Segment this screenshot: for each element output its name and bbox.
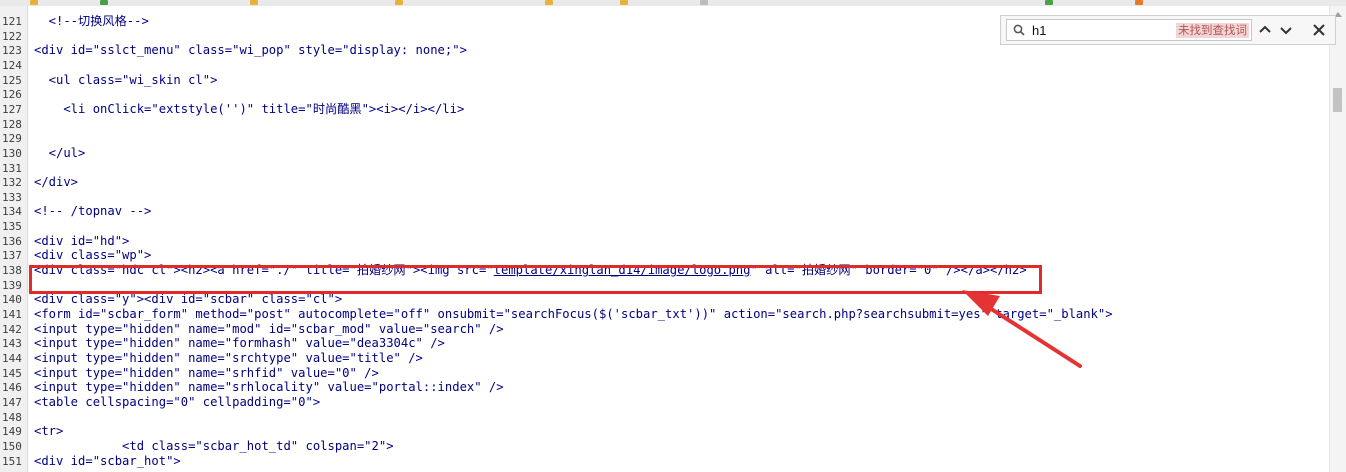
- line-number: 130: [2, 146, 22, 160]
- bookmark-icon[interactable]: [100, 0, 108, 5]
- find-query-text[interactable]: h1: [1032, 23, 1046, 38]
- code-line[interactable]: 128: [0, 117, 1330, 132]
- not-found-status: 未找到查找词: [1176, 23, 1249, 38]
- chevron-up-icon[interactable]: [1256, 20, 1274, 40]
- code-line[interactable]: 133: [0, 190, 1330, 205]
- code-line[interactable]: 127 <li onClick="extstyle('')" title="时尚…: [0, 102, 1330, 117]
- code-line[interactable]: 132 </div>: [0, 175, 1330, 190]
- line-number: 129: [2, 132, 22, 146]
- line-number: 141: [2, 308, 22, 321]
- line-number: 142: [2, 322, 22, 336]
- code-line[interactable]: 146 <input type="hidden" name="srhlocalit…: [0, 380, 1330, 395]
- code-text[interactable]: <!-- /topnav -->: [34, 204, 151, 219]
- line-number: 147: [2, 395, 22, 409]
- line-number: 133: [2, 190, 22, 204]
- code-text[interactable]: <input type="hidden" name="srhlocality" …: [34, 380, 504, 395]
- code-line[interactable]: 151 <div id="scbar_hot">: [0, 454, 1330, 469]
- code-text[interactable]: <td class="scbar_hot_td" colspan="2">: [34, 439, 394, 454]
- bookmark-icon[interactable]: [250, 0, 258, 5]
- line-number: 135: [2, 220, 22, 234]
- code-line[interactable]: 145 <input type="hidden" name="srhfid" va…: [0, 366, 1330, 381]
- bookmark-icon[interactable]: [395, 0, 403, 5]
- code-text[interactable]: <div id="scbar_hot">: [34, 454, 181, 469]
- code-line[interactable]: 141 <form id="scbar_form" method="post" a…: [0, 307, 1330, 322]
- code-text[interactable]: <div class="y"><div id="scbar" class="cl…: [34, 292, 342, 307]
- line-number: 123: [2, 44, 22, 58]
- code-line[interactable]: 147 <table cellspacing="0" cellpadding="0…: [0, 395, 1330, 410]
- code-text[interactable]: <input type="hidden" name="srchtype" val…: [34, 351, 423, 366]
- code-text[interactable]: </div>: [34, 175, 78, 190]
- bookmark-icon[interactable]: [30, 0, 38, 5]
- line-number: 132: [2, 176, 22, 190]
- code-line[interactable]: 144 <input type="hidden" name="srchtype" …: [0, 351, 1330, 366]
- line-number: 137: [2, 249, 22, 263]
- line-number: 144: [2, 351, 22, 365]
- code-line[interactable]: 136 <div id="hd">: [0, 234, 1330, 249]
- code-line[interactable]: 125 <ul class="wi_skin cl">: [0, 73, 1330, 88]
- code-text[interactable]: <table cellspacing="0" cellpadding="0">: [34, 395, 320, 410]
- line-number: 140: [2, 293, 22, 307]
- code-line[interactable]: 126: [0, 87, 1330, 102]
- code-text[interactable]: <div id="hd">: [34, 234, 129, 249]
- code-line[interactable]: 124: [0, 58, 1330, 73]
- code-text[interactable]: <input type="hidden" name="formhash" val…: [34, 336, 445, 351]
- code-text[interactable]: <input type="hidden" name="mod" id="scba…: [34, 322, 504, 337]
- close-icon[interactable]: [1310, 21, 1328, 39]
- line-number: 150: [2, 439, 22, 453]
- code-line[interactable]: 131: [0, 161, 1330, 176]
- code-text[interactable]: <div id="sslct_menu" class="wi_pop" styl…: [34, 43, 467, 58]
- line-number: 136: [2, 234, 22, 248]
- code-line[interactable]: 140 <div class="y"><div id="scbar" class=…: [0, 292, 1330, 307]
- bookmark-icon[interactable]: [1135, 0, 1143, 5]
- line-number: 145: [2, 366, 22, 380]
- code-line[interactable]: 150 <td class="scbar_hot_td" colspan="2"…: [0, 439, 1330, 454]
- line-number: 139: [2, 278, 22, 292]
- code-text[interactable]: <div class="wp">: [34, 248, 151, 263]
- line-number: 148: [2, 410, 22, 424]
- code-line[interactable]: 135: [0, 219, 1330, 234]
- line-number: 151: [2, 454, 22, 468]
- code-line[interactable]: 142 <input type="hidden" name="mod" id="s…: [0, 322, 1330, 337]
- line-number: 149: [2, 425, 22, 439]
- vertical-scrollbar[interactable]: [1329, 6, 1346, 472]
- line-number: 143: [2, 337, 22, 351]
- chevron-down-icon[interactable]: [1277, 20, 1295, 40]
- line-number: 122: [2, 29, 22, 43]
- line-number: 146: [2, 381, 22, 395]
- code-line[interactable]: 130 </ul>: [0, 146, 1330, 161]
- code-line[interactable]: 143 <input type="hidden" name="formhash" …: [0, 336, 1330, 351]
- code-line[interactable]: 134 <!-- /topnav -->: [0, 204, 1330, 219]
- line-number: 128: [2, 117, 22, 131]
- find-input[interactable]: h1 未找到查找词: [1006, 19, 1252, 41]
- bookmark-icon[interactable]: [620, 0, 628, 5]
- code-text[interactable]: <input type="hidden" name="srhfid" value…: [34, 366, 379, 381]
- code-text[interactable]: <li onClick="extstyle('')" title="时尚酷黑">…: [34, 102, 464, 117]
- find-bar: h1 未找到查找词: [1000, 15, 1336, 45]
- code-text[interactable]: </ul>: [34, 146, 86, 161]
- bookmark-icon[interactable]: [1045, 0, 1053, 5]
- bookmark-icon[interactable]: [545, 0, 553, 5]
- code-text[interactable]: <!--切换风格-->: [34, 14, 149, 29]
- line-number: 125: [2, 73, 22, 87]
- scrollbar-thumb[interactable]: [1333, 88, 1342, 112]
- line-number: 134: [2, 205, 22, 219]
- line-number: 138: [2, 264, 22, 278]
- code-text[interactable]: <tr>: [34, 424, 63, 439]
- line-number: 131: [2, 161, 22, 175]
- line-number: 121: [2, 15, 22, 28]
- code-line[interactable]: 123 <div id="sslct_menu" class="wi_pop" s…: [0, 43, 1330, 58]
- highlight-box: [29, 265, 1042, 294]
- line-number: 124: [2, 58, 22, 72]
- code-line[interactable]: 129: [0, 131, 1330, 146]
- code-line[interactable]: 148: [0, 410, 1330, 425]
- line-number: 126: [2, 88, 22, 102]
- code-text[interactable]: <ul class="wi_skin cl">: [34, 73, 218, 88]
- search-icon: [1013, 24, 1025, 36]
- line-number: 127: [2, 102, 22, 116]
- code-line[interactable]: 149 <tr>: [0, 424, 1330, 439]
- bookmark-icon[interactable]: [700, 0, 708, 5]
- code-editor[interactable]: 121 <!--切换风格--> 122 123 <div id="sslct_menu…: [0, 6, 1330, 472]
- code-line[interactable]: 137 <div class="wp">: [0, 248, 1330, 263]
- code-text[interactable]: <form id="scbar_form" method="post" auto…: [34, 307, 1113, 322]
